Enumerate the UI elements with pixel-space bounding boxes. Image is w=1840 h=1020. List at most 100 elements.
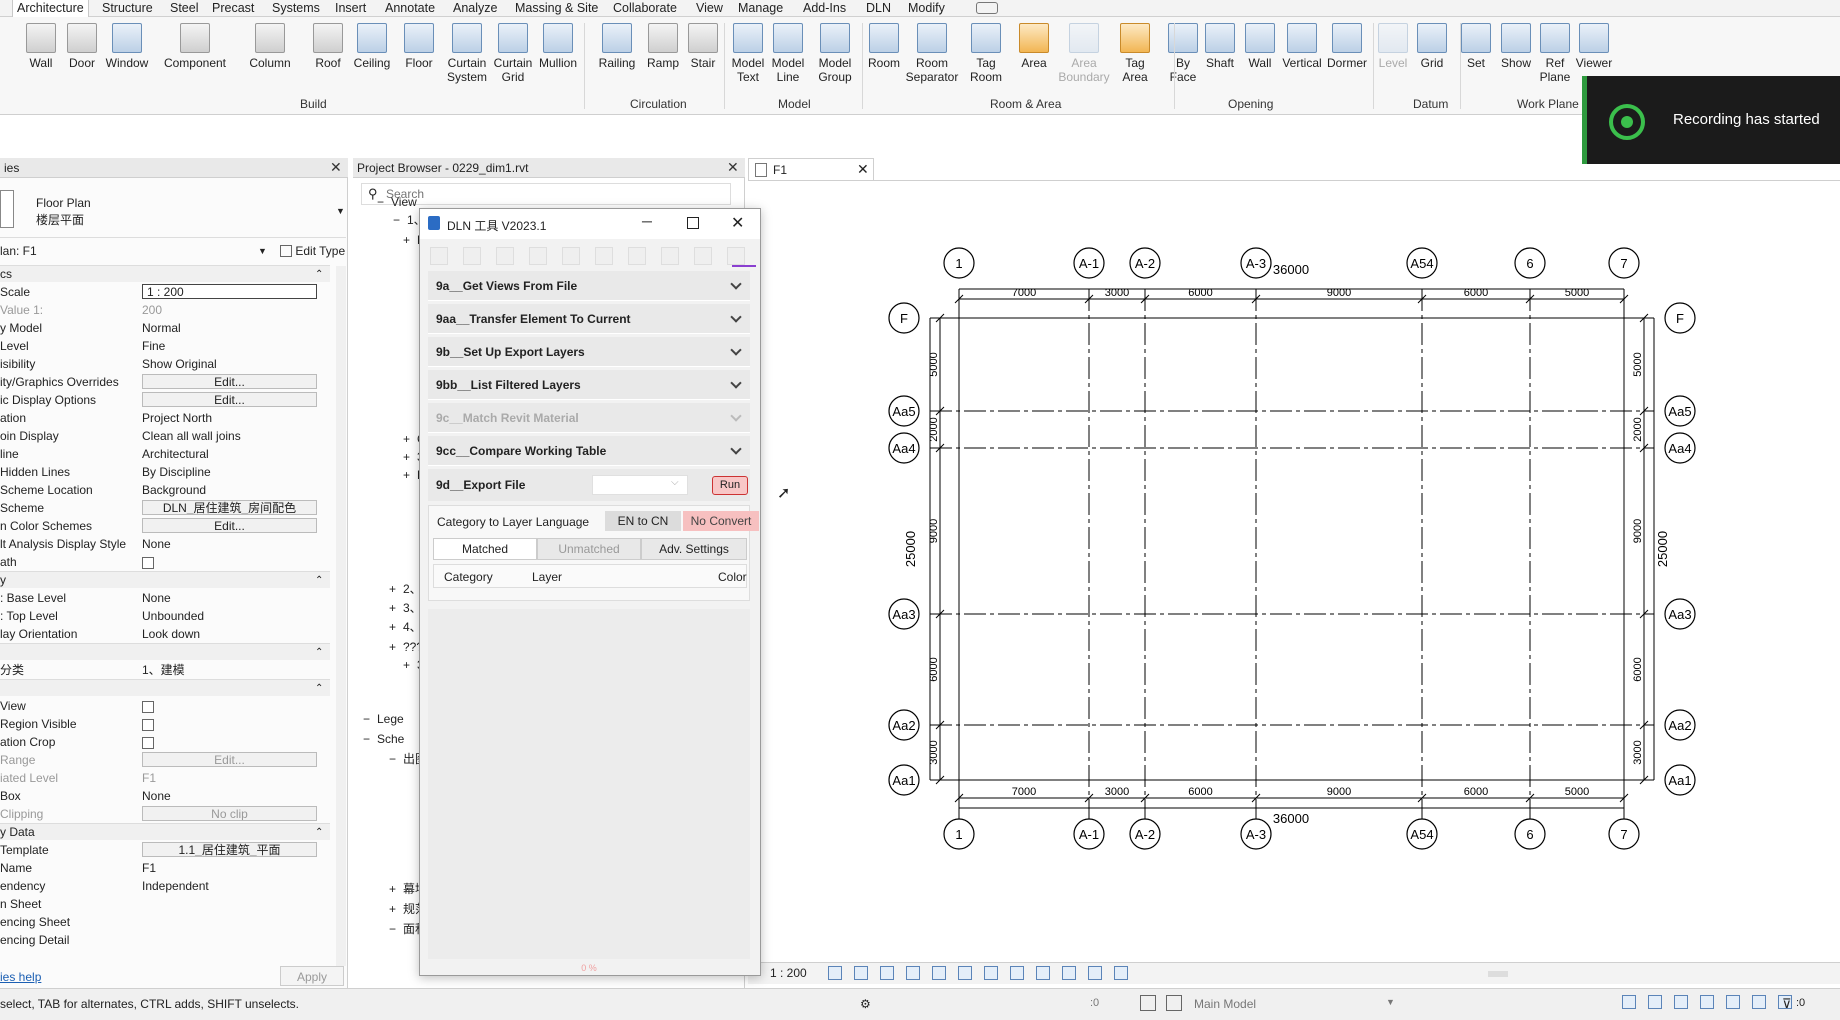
browser-node[interactable]: − View: [377, 193, 417, 211]
collapse-icon[interactable]: ⌃: [315, 266, 323, 283]
menu-tab-modify[interactable]: Modify: [908, 0, 945, 17]
menu-tab-dln[interactable]: DLN: [866, 0, 891, 17]
properties-section[interactable]: cs ⌃: [0, 265, 330, 282]
type-selector[interactable]: Floor Plan 楼层平面 ▼: [0, 180, 346, 238]
toolbar-tool-icon[interactable]: [661, 247, 679, 265]
view-control-icon[interactable]: [1114, 966, 1128, 980]
menu-tab-manage[interactable]: Manage: [738, 0, 783, 17]
apply-button[interactable]: Apply: [280, 966, 344, 986]
menu-tab-architecture[interactable]: Architecture: [12, 0, 89, 17]
toolbar-tool-icon[interactable]: [595, 247, 613, 265]
menu-tab-collaborate[interactable]: Collaborate: [613, 0, 677, 17]
property-value[interactable]: DLN_居住建筑_房间配色: [142, 500, 317, 515]
collapse-icon[interactable]: ⌃: [315, 644, 323, 661]
browser-node[interactable]: − Sche: [363, 730, 404, 748]
expand-icon[interactable]: +: [389, 900, 403, 918]
menu-tab-steel[interactable]: Steel: [170, 0, 199, 17]
property-checkbox[interactable]: [142, 733, 317, 751]
search-input[interactable]: [386, 186, 716, 202]
section-compare-working-table[interactable]: 9cc__Compare Working Table: [428, 436, 750, 466]
section-match-revit-material[interactable]: 9c__Match Revit Material: [428, 403, 750, 433]
view-control-icon[interactable]: [854, 966, 868, 980]
section-get-views-from-file[interactable]: 9a__Get Views From File: [428, 271, 750, 301]
horizontal-scrollbar[interactable]: [1488, 971, 1508, 977]
toolbar-tool-icon[interactable]: [496, 247, 514, 265]
expand-icon[interactable]: +: [403, 466, 417, 484]
close-icon[interactable]: ✕: [727, 159, 739, 176]
view-control-icon[interactable]: [1036, 966, 1050, 980]
dialog-titlebar[interactable]: DLN 工具 V2023.1 ─ ✕: [420, 209, 760, 239]
menu-tab-massing-site[interactable]: Massing & Site: [515, 0, 598, 17]
quick-access-icon[interactable]: [976, 2, 998, 14]
menu-tab-add-ins[interactable]: Add-Ins: [803, 0, 846, 17]
expand-icon[interactable]: +: [403, 448, 417, 466]
editable-only-icon[interactable]: [1166, 995, 1182, 1011]
expand-icon[interactable]: −: [393, 211, 407, 229]
expand-icon[interactable]: +: [403, 430, 417, 448]
menu-tab-structure[interactable]: Structure: [102, 0, 153, 17]
main-model-select[interactable]: Main Model: [1194, 997, 1256, 1011]
properties-section[interactable]: y ⌃: [0, 571, 330, 588]
view-control-icon[interactable]: [880, 966, 894, 980]
tab-unmatched[interactable]: Unmatched: [537, 538, 641, 560]
ribbon-window-button[interactable]: Window: [92, 23, 162, 70]
minimize-icon[interactable]: ─: [642, 213, 652, 229]
menu-tab-analyze[interactable]: Analyze: [453, 0, 497, 17]
maximize-icon[interactable]: [687, 217, 699, 229]
expand-icon[interactable]: −: [389, 750, 403, 768]
menu-tab-annotate[interactable]: Annotate: [385, 0, 435, 17]
expand-icon[interactable]: −: [389, 920, 403, 938]
browser-node[interactable]: − Lege: [363, 710, 404, 728]
menu-tab-precast[interactable]: Precast: [212, 0, 254, 17]
filter-icon[interactable]: ⊽: [1782, 996, 1792, 1012]
checkbox[interactable]: [142, 556, 154, 569]
properties-scrollbar[interactable]: [336, 266, 346, 966]
view-control-icon[interactable]: [906, 966, 920, 980]
view-control-icon[interactable]: [1010, 966, 1024, 980]
expand-icon[interactable]: +: [389, 618, 403, 636]
run-button[interactable]: Run: [712, 476, 748, 495]
view-control-icon[interactable]: [932, 966, 946, 980]
view-control-icon[interactable]: [1062, 966, 1076, 980]
properties-section[interactable]: ⌃: [0, 679, 330, 696]
no-convert-button[interactable]: No Convert: [683, 511, 759, 531]
property-checkbox[interactable]: [142, 553, 317, 571]
toolbar-tool-icon[interactable]: [529, 247, 547, 265]
tab-adv-settings[interactable]: Adv. Settings: [641, 538, 747, 560]
selection-option-icon[interactable]: [1674, 995, 1688, 1009]
close-icon[interactable]: ✕: [857, 161, 869, 178]
property-checkbox[interactable]: [142, 697, 317, 715]
collapse-icon[interactable]: ⌃: [315, 680, 323, 697]
checkbox[interactable]: [142, 700, 154, 713]
property-value[interactable]: 1 : 200: [142, 284, 317, 299]
toolbar-tool-icon[interactable]: [463, 247, 481, 265]
property-value[interactable]: Edit...: [142, 752, 317, 767]
selection-option-icon[interactable]: [1726, 995, 1740, 1009]
menu-tab-insert[interactable]: Insert: [335, 0, 366, 17]
checkbox[interactable]: [142, 718, 154, 731]
drawing-area[interactable]: 7000 7000 3000 3000 6000 6000 9000 9000 6000 6000…: [748, 180, 1840, 970]
property-value[interactable]: 1.1_居住建筑_平面: [142, 842, 317, 857]
section-list-filtered-layers[interactable]: 9bb__List Filtered Layers: [428, 370, 750, 400]
toolbar-tool-icon[interactable]: [628, 247, 646, 265]
toolbar-tool-icon[interactable]: [430, 247, 448, 265]
toolbar-tool-icon[interactable]: [694, 247, 712, 265]
view-control-icon[interactable]: [1088, 966, 1102, 980]
en-to-cn-button[interactable]: EN to CN: [605, 511, 681, 531]
expand-icon[interactable]: +: [389, 580, 403, 598]
expand-icon[interactable]: +: [389, 599, 403, 617]
export-section[interactable]: 9d__Export File ⌵ Run: [428, 469, 750, 501]
view-tab[interactable]: F1 ✕: [748, 158, 874, 180]
menu-tab-view[interactable]: View: [696, 0, 723, 17]
tab-matched[interactable]: Matched: [433, 538, 537, 560]
menu-tab-systems[interactable]: Systems: [272, 0, 320, 17]
property-value[interactable]: Edit...: [142, 518, 317, 533]
expand-icon[interactable]: +: [389, 880, 403, 898]
expand-icon[interactable]: +: [403, 231, 417, 249]
close-icon[interactable]: ✕: [731, 213, 744, 233]
property-value[interactable]: No clip: [142, 806, 317, 821]
instance-selector[interactable]: lan: F1 ▼: [0, 242, 270, 260]
selection-option-icon[interactable]: [1752, 995, 1766, 1009]
expand-icon[interactable]: −: [363, 730, 377, 748]
toolbar-tool-icon[interactable]: [562, 247, 580, 265]
